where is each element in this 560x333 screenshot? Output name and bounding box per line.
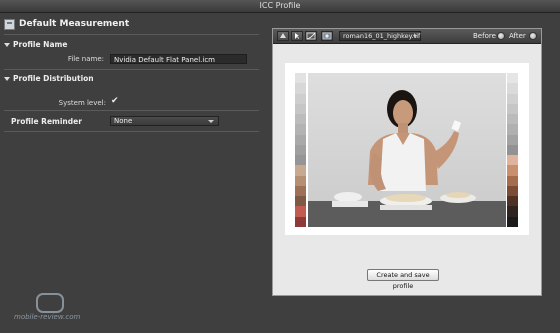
- color-swatch: [507, 165, 518, 176]
- watermark: mobile-review.com: [10, 293, 120, 333]
- color-swatch: [295, 144, 306, 156]
- file-name-label: File name:: [67, 55, 104, 63]
- expand-triangle-icon: [4, 76, 10, 81]
- portrait-image: [308, 73, 506, 227]
- color-swatch: [507, 103, 518, 115]
- window-title: ICC Profile: [259, 1, 301, 10]
- image-selector-value: roman16_01_highkey.tif: [343, 32, 421, 40]
- color-swatch: [507, 175, 518, 186]
- color-swatch: [507, 185, 518, 197]
- color-swatch: [507, 93, 518, 104]
- preview-canvas: [285, 63, 529, 235]
- profile-reminder-dropdown[interactable]: None: [110, 116, 219, 126]
- preview-image-area: [293, 71, 521, 229]
- color-swatch: [295, 206, 306, 217]
- color-swatch: [507, 124, 518, 135]
- color-swatch: [295, 165, 306, 176]
- pointer-tool-button[interactable]: [291, 31, 303, 41]
- pointer-icon: [295, 33, 299, 39]
- watermark-text: mobile-review.com: [14, 313, 81, 321]
- section-profile-distribution-toggle[interactable]: Profile Distribution: [4, 74, 94, 83]
- before-label: Before: [473, 32, 496, 40]
- curve-icon: [306, 32, 316, 40]
- color-swatch: [295, 175, 306, 186]
- file-name-input[interactable]: Nvidia Default Flat Panel.icm: [110, 54, 247, 64]
- color-swatch: [507, 134, 518, 145]
- color-swatch: [295, 196, 306, 207]
- color-swatch: [295, 73, 306, 84]
- color-swatch-strip-right: [507, 73, 518, 227]
- preview-panel: roman16_01_highkey.tif Before After Crea…: [272, 28, 542, 296]
- divider: [4, 69, 259, 70]
- image-selector-dropdown[interactable]: roman16_01_highkey.tif: [339, 31, 421, 41]
- measurement-icon: [4, 18, 15, 30]
- curve-tool-button[interactable]: [305, 31, 317, 41]
- color-swatch: [295, 93, 306, 104]
- section-profile-name-label: Profile Name: [13, 40, 68, 49]
- color-swatch: [507, 155, 518, 166]
- color-swatch: [295, 134, 306, 145]
- color-swatch: [507, 144, 518, 156]
- color-swatch: [295, 155, 306, 166]
- system-level-checkbox[interactable]: ✔: [111, 97, 119, 106]
- color-swatch: [295, 83, 306, 94]
- settings-panel: Default Measurement Profile Name File na…: [0, 13, 262, 332]
- image-view-button[interactable]: [321, 31, 333, 41]
- color-swatch: [507, 206, 518, 217]
- section-profile-name-toggle[interactable]: Profile Name: [4, 40, 67, 49]
- color-swatch: [507, 196, 518, 207]
- panel-header: Default Measurement: [4, 17, 259, 31]
- color-swatch: [507, 73, 518, 84]
- profile-reminder-label: Profile Reminder: [11, 117, 82, 126]
- color-swatch: [507, 83, 518, 94]
- section-profile-distribution-label: Profile Distribution: [13, 74, 94, 83]
- after-label: After: [509, 32, 526, 40]
- color-swatch: [295, 185, 306, 197]
- before-radio[interactable]: [497, 32, 505, 40]
- panel-title: Default Measurement: [19, 19, 130, 29]
- window-title-bar: ICC Profile: [0, 0, 560, 13]
- watermark-logo-icon: [36, 293, 64, 313]
- image-icon: [322, 32, 332, 40]
- color-swatch: [295, 216, 306, 227]
- color-swatch: [295, 114, 306, 125]
- divider: [4, 131, 259, 132]
- divider: [4, 34, 259, 35]
- color-swatch: [507, 114, 518, 125]
- chevron-down-icon: [413, 35, 417, 38]
- chevron-down-icon: [208, 120, 214, 123]
- hand-tool-button[interactable]: [277, 31, 289, 41]
- profile-reminder-value: None: [114, 117, 133, 125]
- preview-toolbar: roman16_01_highkey.tif Before After: [273, 29, 541, 44]
- preview-photo: [308, 73, 506, 227]
- color-swatch: [295, 103, 306, 115]
- divider: [4, 110, 259, 111]
- color-swatch: [295, 124, 306, 135]
- hand-icon: [280, 33, 286, 38]
- system-level-label: System level:: [58, 99, 106, 107]
- color-swatch-strip-left: [295, 73, 306, 227]
- color-swatch: [507, 216, 518, 227]
- after-radio[interactable]: [529, 32, 537, 40]
- expand-triangle-icon: [4, 42, 10, 47]
- create-and-save-profile-button[interactable]: Create and save profile: [367, 269, 439, 290]
